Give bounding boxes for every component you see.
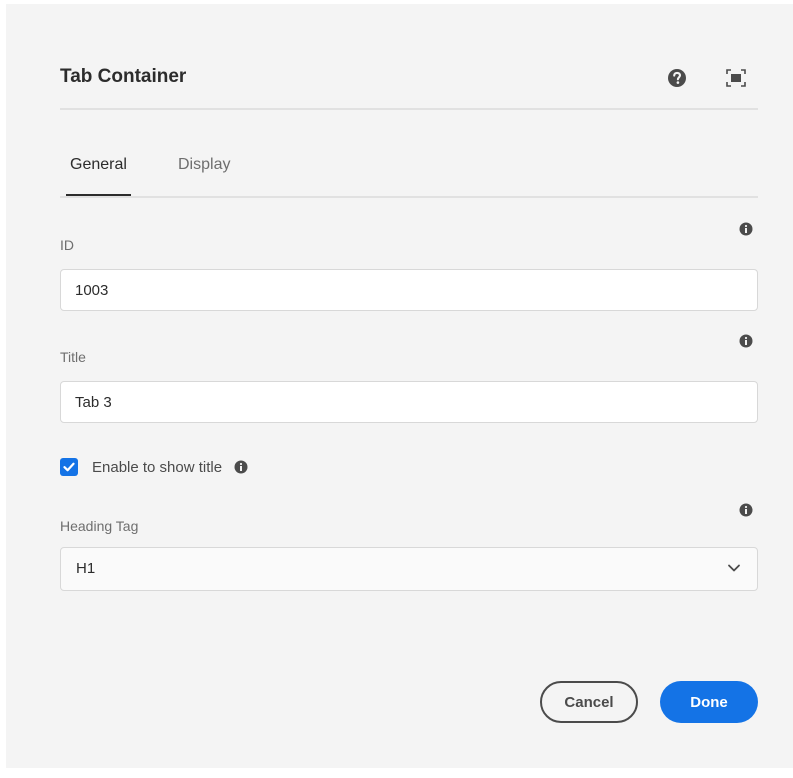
dialog-header: Tab Container <box>60 64 758 110</box>
id-input[interactable] <box>60 269 758 311</box>
checkmark-icon <box>63 462 75 472</box>
show-title-label[interactable]: Enable to show title <box>92 459 222 476</box>
cancel-button[interactable]: Cancel <box>540 681 638 723</box>
show-title-checkbox[interactable] <box>60 458 78 476</box>
fullscreen-icon <box>726 69 746 87</box>
help-button[interactable] <box>663 64 691 92</box>
dialog-title: Tab Container <box>60 66 187 87</box>
info-icon[interactable] <box>234 460 248 474</box>
id-label: ID <box>60 237 74 253</box>
heading-tag-label: Heading Tag <box>60 518 139 534</box>
info-icon[interactable] <box>739 334 753 348</box>
tab-container-dialog: Tab Container General Display ID Title <box>6 4 793 768</box>
help-circle-icon <box>668 69 686 87</box>
tab-general[interactable]: General <box>66 154 131 196</box>
heading-tag-select[interactable]: H1 <box>60 547 758 591</box>
done-button[interactable]: Done <box>660 681 758 723</box>
tab-list: General Display <box>60 154 758 198</box>
tab-display[interactable]: Display <box>178 154 230 176</box>
title-input[interactable] <box>60 381 758 423</box>
show-title-row: Enable to show title <box>60 456 248 478</box>
title-label: Title <box>60 349 86 365</box>
fullscreen-button[interactable] <box>722 64 750 92</box>
info-icon[interactable] <box>739 503 753 517</box>
chevron-down-icon <box>728 564 740 572</box>
info-icon[interactable] <box>739 222 753 236</box>
heading-tag-value: H1 <box>76 560 96 577</box>
